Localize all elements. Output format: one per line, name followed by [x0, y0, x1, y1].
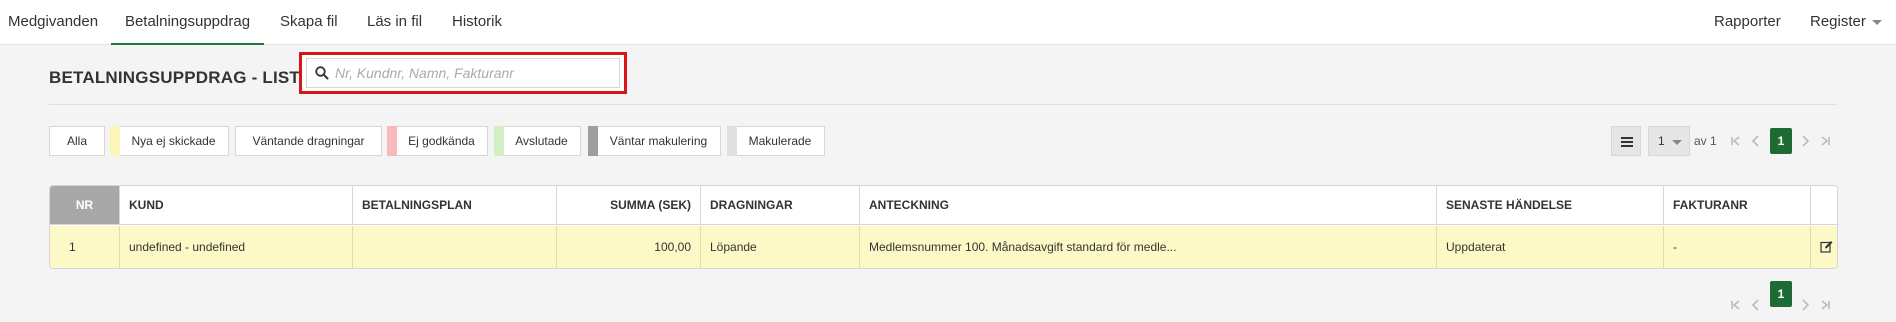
chevron-down-icon [1672, 140, 1682, 145]
next-page-button[interactable] [1797, 130, 1813, 152]
edit-icon[interactable] [1820, 240, 1833, 253]
filter-label: Avslutade [515, 134, 568, 148]
main-content: BETALNINGSUPPDRAG - LISTA Alla Nya ej sk… [0, 46, 1896, 322]
cell-nr: 1 [50, 226, 120, 268]
filter-label: Makulerade [748, 134, 812, 148]
cell-betalningsplan [353, 226, 557, 268]
page-title: BETALNINGSUPPDRAG - LISTA [49, 68, 312, 87]
filter-label: Väntande dragningar [252, 134, 365, 148]
current-page-button-bottom[interactable]: 1 [1770, 281, 1792, 307]
cell-fakturanr: - [1664, 226, 1811, 268]
column-menu-button[interactable] [1611, 126, 1641, 156]
column-header-kund[interactable]: KUND [120, 186, 353, 225]
cell-kund: undefined - undefined [120, 226, 353, 268]
page-select[interactable]: 1 [1648, 126, 1690, 156]
filter-makulerade[interactable]: Makulerade [727, 126, 825, 156]
cell-anteckning: Medlemsnummer 100. Månadsavgift standard… [860, 226, 1437, 268]
chevron-right-icon [1802, 299, 1810, 311]
column-header-dragningar[interactable]: DRAGNINGAR [701, 186, 860, 225]
first-page-icon [1731, 136, 1740, 146]
column-header-summa[interactable]: SUMMA (SEK) [557, 186, 701, 225]
register-menu[interactable]: Register [1810, 0, 1882, 45]
divider [49, 104, 1837, 105]
payments-table: NR KUND BETALNINGSPLAN SUMMA (SEK) DRAGN… [49, 185, 1838, 269]
top-navigation: Medgivanden Betalningsuppdrag Skapa fil … [0, 0, 1896, 45]
filter-vantar-makulering[interactable]: Väntar makulering [588, 126, 721, 156]
column-header-betalningsplan[interactable]: BETALNINGSPLAN [353, 186, 557, 225]
column-header-nr[interactable]: NR [50, 186, 120, 225]
last-page-button-bottom[interactable] [1817, 294, 1833, 316]
current-page-button[interactable]: 1 [1770, 128, 1792, 154]
filter-label: Ej godkända [408, 134, 475, 148]
column-header-senaste-handelse[interactable]: SENASTE HÄNDELSE [1437, 186, 1664, 225]
page-count-label: av 1 [1694, 134, 1717, 148]
status-swatch [727, 126, 737, 156]
cell-senaste-handelse: Uppdaterat [1437, 226, 1664, 268]
tab-medgivanden[interactable]: Medgivanden [8, 0, 98, 45]
last-page-button[interactable] [1817, 130, 1833, 152]
register-label: Register [1810, 13, 1866, 30]
filter-alla[interactable]: Alla [49, 126, 105, 156]
tab-historik[interactable]: Historik [452, 0, 502, 45]
search-highlight [299, 52, 627, 94]
page-select-value: 1 [1658, 134, 1665, 148]
tab-betalningsuppdrag[interactable]: Betalningsuppdrag [111, 0, 264, 45]
first-page-button[interactable] [1728, 130, 1744, 152]
cell-summa: 100,00 [557, 226, 701, 268]
previous-page-button[interactable] [1748, 130, 1764, 152]
first-page-button-bottom[interactable] [1728, 294, 1744, 316]
last-page-icon [1821, 300, 1830, 310]
first-page-icon [1731, 300, 1740, 310]
tab-las-in-fil[interactable]: Läs in fil [367, 0, 422, 45]
tab-skapa-fil[interactable]: Skapa fil [280, 0, 338, 45]
filter-label: Väntar makulering [609, 134, 708, 148]
next-page-button-bottom[interactable] [1797, 294, 1813, 316]
search-input[interactable] [335, 62, 615, 84]
chevron-left-icon [1751, 299, 1759, 311]
previous-page-button-bottom[interactable] [1748, 294, 1764, 316]
filter-ej-godkanda[interactable]: Ej godkända [387, 126, 488, 156]
filter-vantande-dragningar[interactable]: Väntande dragningar [235, 126, 382, 156]
column-header-anteckning[interactable]: ANTECKNING [860, 186, 1437, 225]
filter-avslutade[interactable]: Avslutade [494, 126, 581, 156]
chevron-down-icon [1871, 19, 1882, 25]
filter-nya-ej-skickade[interactable]: Nya ej skickade [110, 126, 229, 156]
column-header-fakturanr[interactable]: FAKTURANR [1664, 186, 1811, 225]
status-swatch [494, 126, 504, 156]
status-swatch [110, 126, 120, 156]
cell-actions [1811, 226, 1837, 268]
status-swatch [387, 126, 397, 156]
last-page-icon [1821, 136, 1830, 146]
cell-dragningar: Löpande [701, 226, 860, 268]
column-header-actions [1811, 186, 1837, 225]
reports-menu[interactable]: Rapporter [1714, 0, 1781, 45]
search-box [306, 58, 620, 88]
filter-label: Alla [66, 134, 87, 148]
chevron-left-icon [1751, 135, 1759, 147]
status-swatch [588, 126, 598, 156]
chevron-right-icon [1802, 135, 1810, 147]
search-icon [315, 66, 329, 80]
filter-label: Nya ej skickade [131, 134, 216, 148]
menu-icon [1621, 137, 1633, 139]
